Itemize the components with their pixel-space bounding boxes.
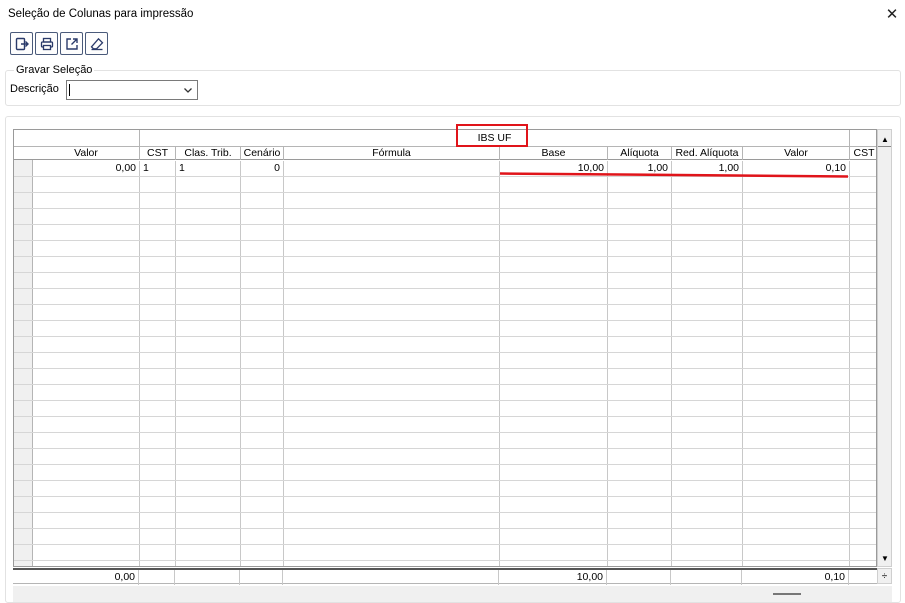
column-header-row: Valor CST Clas. Trib. Cenário Fórmula Ba… [14,147,876,160]
empty-table-row[interactable] [14,401,876,417]
empty-table-row[interactable] [14,449,876,465]
band-cell-right [850,130,876,147]
empty-table-row[interactable] [14,321,876,337]
total-empty [139,570,175,585]
exit-button[interactable] [10,32,33,55]
empty-table-row[interactable] [14,369,876,385]
header-cenario[interactable]: Cenário [241,147,284,160]
cell-aliquota[interactable]: 1,00 [608,161,672,176]
total-empty [283,570,499,585]
printer-icon [40,37,53,50]
empty-table-row[interactable] [14,193,876,209]
empty-table-row[interactable] [14,241,876,257]
band-cell-left [33,130,140,147]
header-valor-ibs[interactable]: Valor [743,147,850,160]
header-aliquota[interactable]: Alíquota [608,147,672,160]
export-icon [65,37,78,50]
print-button[interactable] [35,32,58,55]
empty-table-row[interactable] [14,529,876,545]
empty-table-row[interactable] [14,433,876,449]
total-empty [607,570,671,585]
description-select[interactable] [66,80,198,100]
cell-cst-next[interactable] [850,161,876,176]
empty-table-row[interactable] [14,225,876,241]
scroll-up-icon[interactable]: ▲ [879,133,891,145]
cell-formula[interactable] [284,161,500,176]
header-cst[interactable]: CST [140,147,176,160]
empty-table-row[interactable] [14,481,876,497]
total-base: 10,00 [499,570,607,585]
group-title: Gravar Seleção [14,64,95,76]
clear-button[interactable] [85,32,108,55]
empty-table-row[interactable] [14,289,876,305]
empty-table-row[interactable] [14,257,876,273]
cell-base[interactable]: 10,00 [500,161,608,176]
eraser-icon [90,37,103,50]
empty-table-row[interactable] [14,497,876,513]
empty-table-row[interactable] [14,417,876,433]
footer-stepper-icon[interactable]: ÷ [877,568,892,584]
text-caret [69,84,70,96]
header-formula[interactable]: Fórmula [284,147,500,160]
window-title: Seleção de Colunas para impressão [8,8,194,20]
empty-table-row[interactable] [14,513,876,529]
header-clas-trib[interactable]: Clas. Trib. [176,147,241,160]
totals-footer: 0,00 10,00 0,10 [13,568,877,585]
cell-valor-ibs[interactable]: 0,10 [743,161,850,176]
cell-cenario[interactable]: 0 [241,161,284,176]
columns-grid[interactable]: IBS UF Valor CST Clas. Trib. Cenário Fór… [13,129,877,567]
cell-clas-trib[interactable]: 1 [176,161,241,176]
table-row[interactable]: 0,00 1 1 0 10,00 1,00 1,00 0,10 [14,161,876,177]
header-cst-next[interactable]: CST [850,147,876,160]
band-header-row: IBS UF [14,130,876,147]
description-label: Descrição [10,83,59,95]
cell-cst[interactable]: 1 [140,161,176,176]
empty-table-row[interactable] [14,561,876,566]
empty-table-row[interactable] [14,305,876,321]
save-selection-group: Gravar Seleção Descrição [5,64,901,106]
chevron-down-icon[interactable] [182,84,194,96]
horizontal-scrollbar[interactable] [13,586,892,602]
scroll-down-icon[interactable]: ▼ [879,552,891,564]
horizontal-scroll-thumb[interactable] [773,593,801,595]
total-empty [240,570,283,585]
empty-table-row[interactable] [14,385,876,401]
empty-table-row[interactable] [14,209,876,225]
toolbar [10,32,108,56]
header-valor[interactable]: Valor [33,147,140,160]
empty-table-row[interactable] [14,337,876,353]
vertical-scrollbar[interactable]: ▲ ▼ [877,129,892,567]
header-base[interactable]: Base [500,147,608,160]
cell-red-aliquota[interactable]: 1,00 [672,161,743,176]
cell-valor[interactable]: 0,00 [33,161,140,176]
band-ibs-uf[interactable]: IBS UF [140,130,850,147]
exit-icon [15,37,29,50]
empty-table-row[interactable] [14,177,876,193]
export-button[interactable] [60,32,83,55]
title-bar: Seleção de Colunas para impressão ✕ [0,0,905,28]
total-empty [671,570,742,585]
total-valor-ibs: 0,10 [742,570,849,585]
total-valor: 0,00 [32,570,139,585]
empty-table-row[interactable] [14,545,876,561]
scroll-thumb[interactable] [878,146,891,147]
total-empty [175,570,240,585]
empty-table-row[interactable] [14,465,876,481]
close-icon[interactable]: ✕ [882,4,902,24]
empty-table-row[interactable] [14,273,876,289]
empty-table-row[interactable] [14,353,876,369]
header-red-aliquota[interactable]: Red. Alíquota [672,147,743,160]
